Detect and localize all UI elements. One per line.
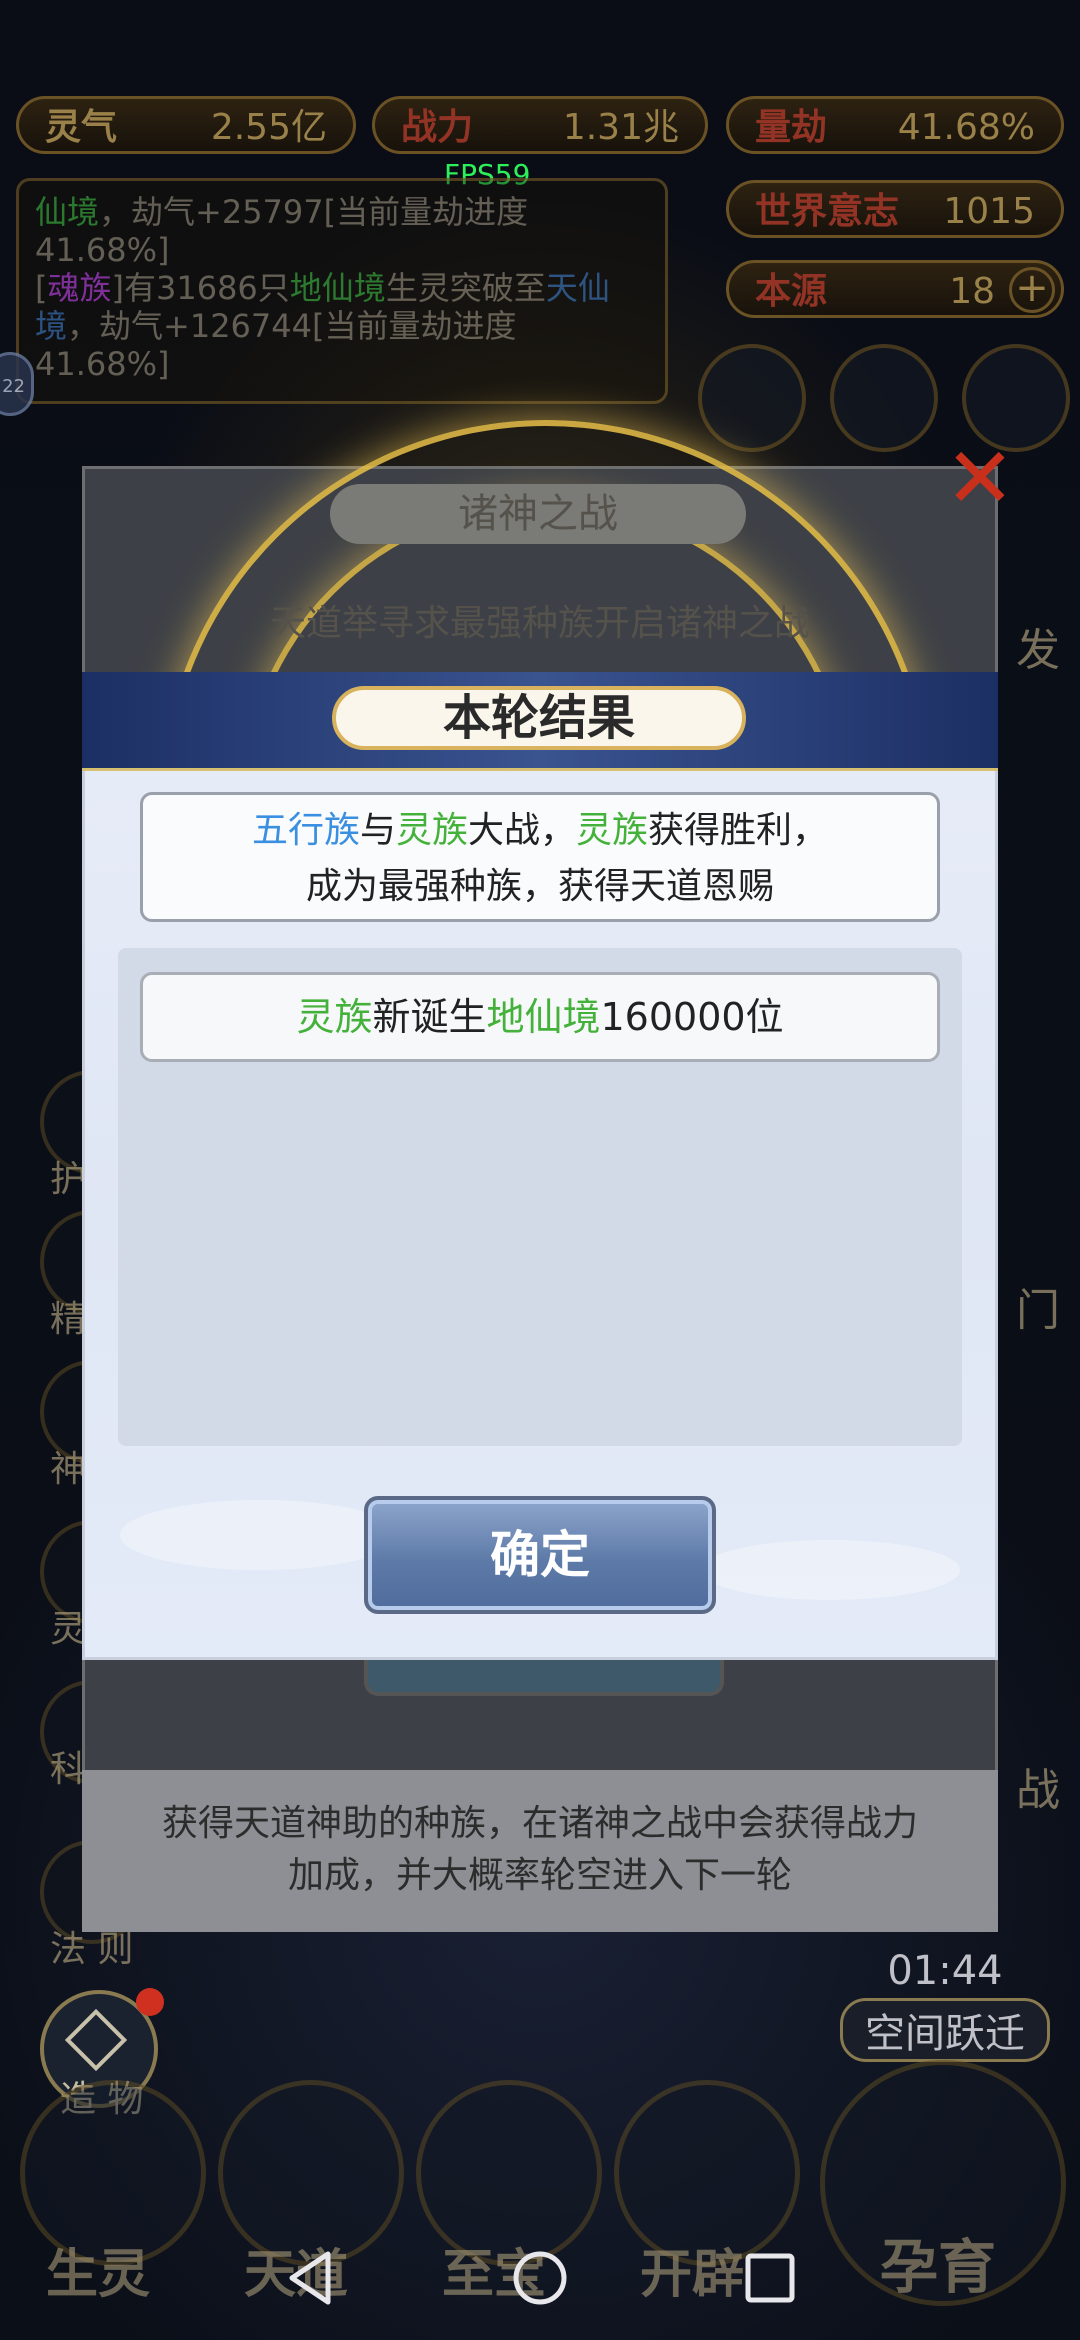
stat-value: 41.68% [897, 107, 1035, 148]
lingqi-stat: 灵气 2.55亿 [16, 96, 356, 154]
right-menu-label: 门 [1016, 1285, 1060, 1336]
stat-value: 1015 [943, 191, 1035, 232]
dialog-title: 本轮结果 [332, 686, 746, 750]
swirl-icon[interactable] [830, 344, 938, 452]
stat-value: 1.31兆 [562, 107, 679, 148]
stat-label: 世界意志 [755, 191, 900, 232]
timer-label: 空间跃迁 [840, 1998, 1050, 2062]
timer-value: 01:44 [887, 1948, 1003, 1994]
stat-label: 本源 [755, 271, 828, 312]
stat-label: 灵气 [45, 107, 118, 148]
add-icon[interactable]: + [1009, 267, 1055, 313]
close-icon[interactable]: ✕ [940, 436, 1020, 520]
world-will-stat: 世界意志 1015 [726, 180, 1064, 238]
stat-value: 2.55亿 [210, 107, 327, 148]
log-line: 仙境，劫气+25797[当前量劫进度41.68%] [35, 193, 529, 269]
background-button [364, 1660, 724, 1696]
space-jump-timer[interactable]: 01:44 空间跃迁 [840, 1948, 1050, 2062]
gods-war-description: 获得天道神助的种族，在诸神之战中会获得战力 加成，并大概率轮空进入下一轮 [82, 1770, 998, 1932]
right-menu-label: 战 [1016, 1765, 1060, 1816]
card-icon[interactable] [698, 344, 806, 452]
side-menu-label: 神 [50, 1449, 87, 1490]
result-line: 五行族与灵族大战，灵族获得胜利， [251, 810, 829, 851]
calamity-stat: 量劫 41.68% [726, 96, 1064, 154]
gods-war-title: 诸神之战 [330, 484, 746, 544]
result-line: 成为最强种族，获得天道恩赐 [305, 866, 774, 907]
back-icon[interactable] [278, 2246, 342, 2310]
recents-icon[interactable] [738, 2246, 802, 2310]
side-menu-label: 精 [50, 1299, 87, 1340]
notification-badge[interactable]: 22 [0, 352, 34, 416]
home-icon[interactable] [508, 2246, 572, 2310]
power-stat: 战力 1.31兆 [372, 96, 708, 154]
log-line: [魂族]有31686只地仙境生灵突破至天仙境，劫气+126744[当前量劫进度4… [35, 269, 610, 383]
event-log: 仙境，劫气+25797[当前量劫进度41.68%] [魂族]有31686只地仙境… [16, 178, 668, 404]
side-menu-label: 护 [50, 1159, 87, 1200]
stat-label: 量劫 [755, 107, 828, 148]
cloud-decoration [120, 1500, 400, 1570]
origin-stat[interactable]: 本源 18 + [726, 260, 1064, 318]
gods-war-subtitle: 天道举寻求最强种族开启诸神之战 [269, 603, 810, 644]
stat-value: 18 [949, 271, 995, 312]
right-menu-label: 发 [1016, 625, 1060, 676]
side-menu-label: 科 [50, 1749, 87, 1790]
cloud-decoration [700, 1540, 960, 1600]
description-line: 加成，并大概率轮空进入下一轮 [287, 1855, 792, 1896]
side-menu-label: 灵 [50, 1609, 87, 1650]
list-item: 灵族新诞生地仙境160000位 [140, 972, 940, 1062]
stat-label: 战力 [401, 107, 474, 148]
alert-dot [136, 1988, 164, 2016]
battle-result-card: 五行族与灵族大战，灵族获得胜利， 成为最强种族，获得天道恩赐 [140, 792, 940, 922]
description-line: 获得天道神助的种族，在诸神之战中会获得战力 [161, 1803, 918, 1844]
confirm-button[interactable]: 确定 [364, 1496, 716, 1614]
diamond-icon [64, 2008, 128, 2072]
